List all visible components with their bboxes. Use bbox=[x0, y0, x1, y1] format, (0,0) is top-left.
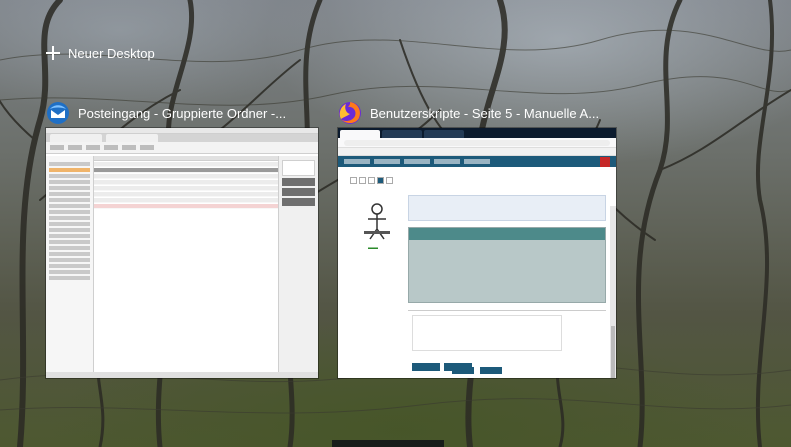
plus-icon bbox=[46, 46, 60, 60]
firefox-icon bbox=[339, 102, 361, 124]
window-thumbnail[interactable] bbox=[46, 128, 318, 378]
user-avatar bbox=[364, 203, 390, 240]
window-title: Posteingang - Gruppierte Ordner -... bbox=[78, 105, 287, 121]
new-desktop-button[interactable]: Neuer Desktop bbox=[40, 40, 161, 66]
new-desktop-label: Neuer Desktop bbox=[68, 45, 155, 61]
window-title: Benutzerskripte - Seite 5 - Manuelle A..… bbox=[370, 105, 600, 121]
thunderbird-icon bbox=[47, 102, 69, 124]
window-card-header: Posteingang - Gruppierte Ordner -... bbox=[46, 100, 318, 126]
page-content: ▬▬ bbox=[338, 167, 616, 378]
window-card-firefox[interactable]: Benutzerskripte - Seite 5 - Manuelle A..… bbox=[338, 100, 616, 380]
window-card-header: Benutzerskripte - Seite 5 - Manuelle A..… bbox=[338, 100, 616, 126]
folder-pane bbox=[46, 156, 94, 372]
message-list bbox=[94, 156, 278, 372]
today-pane bbox=[278, 156, 318, 372]
window-card-thunderbird[interactable]: Posteingang - Gruppierte Ordner -... bbox=[46, 100, 318, 380]
taskbar-edge bbox=[332, 440, 444, 447]
window-thumbnail[interactable]: ▬▬ bbox=[338, 128, 616, 378]
